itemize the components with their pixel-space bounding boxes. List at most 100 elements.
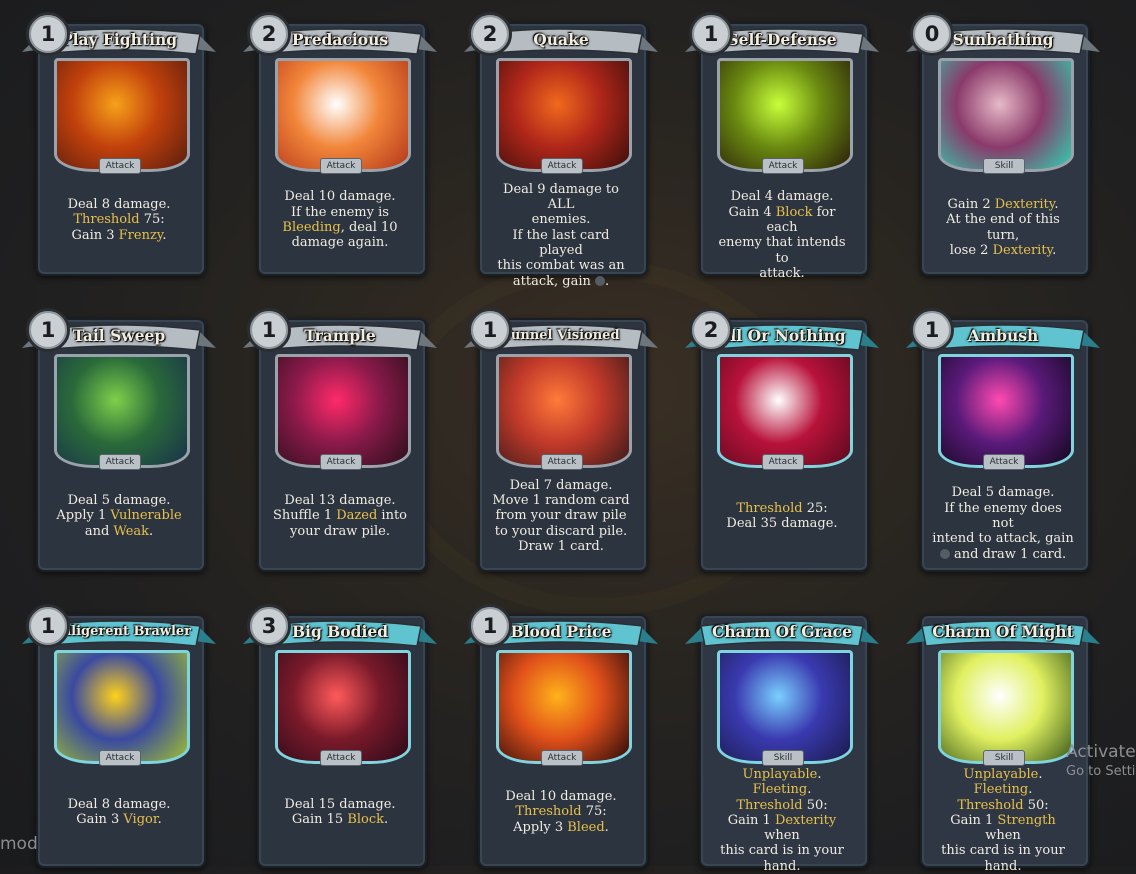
- keyword: Block: [775, 204, 813, 220]
- description-line: Deal 8 damage.: [67, 796, 171, 812]
- description-line: If the enemy does not: [944, 500, 1062, 531]
- card-type-label: Skill: [983, 158, 1025, 174]
- keyword: Dexterity: [994, 197, 1055, 213]
- card[interactable]: Predacious 2 Attack Deal 10 damage. If the e…: [243, 12, 437, 276]
- description-line: Gain 4 Block for each: [728, 204, 836, 235]
- card-art: [496, 58, 632, 172]
- card[interactable]: Charm Of Might Skill Unplayable. Fleeting. T…: [906, 604, 1100, 874]
- description-line: hand.: [763, 858, 801, 874]
- description-line: Gain 15 Block.: [291, 811, 389, 827]
- energy-cost-orb: 1: [247, 308, 291, 352]
- keyword: Threshold: [73, 212, 140, 228]
- description-line: Unplayable.: [742, 767, 822, 782]
- description-line: Deal 8 damage.: [67, 197, 171, 213]
- description-line: Deal 4 damage.: [730, 189, 834, 205]
- description-line: Deal 35 damage.: [726, 515, 838, 531]
- keyword: Bleeding: [282, 219, 341, 235]
- description-line: Threshold 50:: [957, 797, 1049, 813]
- keyword: Vigor: [123, 811, 158, 827]
- card-description: Unplayable. Fleeting. Threshold 50: Gain 1 …: [711, 767, 853, 874]
- card-art: [496, 354, 632, 468]
- card-type-label: Attack: [99, 158, 141, 174]
- description-line: and Weak.: [84, 523, 154, 539]
- card[interactable]: Quake 2 Attack Deal 9 damage to ALL enemies.…: [464, 12, 658, 289]
- description-line: Gain 1 Dexterity when: [727, 812, 837, 844]
- card-type-label: Attack: [320, 750, 362, 766]
- card-art: [275, 650, 411, 764]
- description-line: Deal 7 damage.: [509, 477, 613, 493]
- energy-cost-orb: 0: [910, 12, 954, 56]
- keyword: Dexterity: [774, 812, 837, 828]
- card-description: Deal 8 damage. Gain 3 Vigor.: [48, 797, 190, 828]
- card-description: Deal 5 damage. If the enemy does not inten…: [932, 485, 1074, 561]
- description-line: Deal 5 damage.: [951, 485, 1055, 501]
- card[interactable]: Belligerent Brawler 1 Attack Deal 8 damage.…: [22, 604, 216, 868]
- keyword: Fleeting: [752, 782, 808, 798]
- description-line: Deal 10 damage.: [284, 189, 396, 205]
- description-line: this card is in your: [941, 843, 1065, 859]
- energy-cost-orb: 1: [26, 604, 70, 648]
- description-line: At the end of this turn,: [946, 212, 1060, 243]
- keyword: Unplayable: [742, 767, 818, 782]
- description-line: Threshold 50:: [736, 797, 828, 813]
- energy-cost-orb: 2: [689, 308, 733, 352]
- keyword: Bleed: [567, 819, 605, 835]
- card[interactable]: Big Bodied 3 Attack Deal 15 damage. Gain 15 …: [243, 604, 437, 868]
- card[interactable]: Blood Price 1 Attack Deal 10 damage. Thresho…: [464, 604, 658, 868]
- card[interactable]: Ambush 1 Attack Deal 5 damage. If the enemy …: [906, 308, 1100, 572]
- description-line: enemy that intends to: [718, 235, 846, 266]
- description-line: Deal 13 damage.: [284, 493, 396, 509]
- description-line: Draw 1 card.: [518, 538, 604, 554]
- description-line: Shuffle 1 Dazed into: [272, 508, 408, 524]
- card-art: [275, 58, 411, 172]
- description-line: Deal 10 damage.: [505, 789, 617, 805]
- keyword: Threshold: [515, 804, 582, 820]
- card[interactable]: Tunnel Visioned 1 Attack Deal 7 damage. Move…: [464, 308, 658, 572]
- description-line: Bleeding, deal 10: [282, 219, 398, 235]
- description-line: Gain 2 Dexterity.: [947, 197, 1059, 213]
- description-line: from your draw pile: [495, 508, 627, 524]
- description-line: enemies.: [531, 212, 591, 228]
- card[interactable]: All Or Nothing 2 Attack Threshold 25: Deal 3…: [685, 308, 879, 572]
- keyword: Fleeting: [973, 782, 1029, 798]
- description-line: Deal 15 damage.: [284, 796, 396, 812]
- description-line: Gain 3 Frenzy.: [71, 227, 167, 243]
- card-art: [938, 650, 1074, 764]
- card-art: [54, 650, 190, 764]
- card-type-label: Attack: [320, 454, 362, 470]
- card-description: Deal 4 damage. Gain 4 Block for each enemy…: [711, 189, 853, 281]
- keyword: Dazed: [336, 508, 378, 524]
- card-art: [275, 354, 411, 468]
- card-type-label: Skill: [983, 750, 1025, 766]
- card[interactable]: Sunbathing 0 Skill Gain 2 Dexterity. At the …: [906, 12, 1100, 276]
- keyword: Frenzy: [118, 227, 163, 243]
- resource-orb-icon: [939, 549, 950, 560]
- card[interactable]: Self-Defense 1 Attack Deal 4 damage. Gain 4 …: [685, 12, 879, 281]
- energy-cost-orb: 1: [26, 12, 70, 56]
- card-description: Deal 10 damage. If the enemy is Bleeding, …: [269, 189, 411, 250]
- windows-activation-watermark: Activate Go to Setti: [1066, 742, 1136, 779]
- card[interactable]: Trample 1 Attack Deal 13 damage. Shuffle 1 D…: [243, 308, 437, 572]
- card-type-label: Attack: [762, 158, 804, 174]
- card-description: Deal 7 damage. Move 1 random card from you…: [490, 478, 632, 554]
- card-type-label: Attack: [762, 454, 804, 470]
- description-line: and draw 1 card.: [932, 547, 1074, 562]
- energy-cost-orb: 2: [468, 12, 512, 56]
- description-line: Gain 1 Strength when: [950, 812, 1056, 844]
- card-title: Charm Of Might: [932, 622, 1074, 641]
- card[interactable]: Tail Sweep 1 Attack Deal 5 damage. Apply 1 V…: [22, 308, 216, 572]
- keyword: Vulnerable: [110, 508, 182, 524]
- card[interactable]: Play Fighting 1 Attack Deal 8 damage. Thresh…: [22, 12, 216, 276]
- description-line: Apply 1 Vulnerable: [56, 508, 182, 524]
- keyword: Strength: [997, 812, 1056, 828]
- description-line: attack.: [759, 265, 805, 281]
- watermark-line-2: Go to Setti: [1066, 764, 1136, 779]
- description-line: attack, gain .: [512, 273, 610, 289]
- description-line: Threshold 25:: [736, 500, 828, 516]
- description-line: Fleeting.: [752, 782, 812, 798]
- corner-text: mod: [0, 834, 38, 854]
- card-type-label: Attack: [320, 158, 362, 174]
- energy-cost-orb: 1: [26, 308, 70, 352]
- card-description: Deal 8 damage. Threshold 75: Gain 3 Frenzy…: [48, 197, 190, 243]
- card[interactable]: Charm Of Grace Skill Unplayable. Fleeting. T…: [685, 604, 879, 874]
